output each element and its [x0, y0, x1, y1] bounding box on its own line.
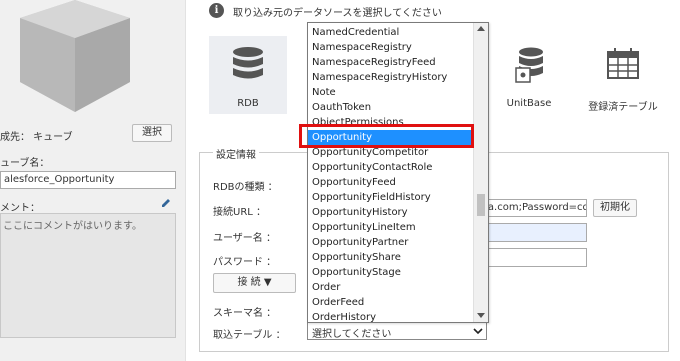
password-label: パスワード ：	[213, 257, 277, 268]
list-item[interactable]: Order	[308, 280, 473, 295]
list-item[interactable]: OpportunityPartner	[308, 235, 473, 250]
database-icon	[233, 47, 263, 79]
comment-label: メント：	[0, 203, 40, 214]
source-label: UnitBase	[506, 98, 552, 109]
schema-label: スキーマ名 ：	[213, 308, 277, 319]
url-label: 接続URL ：	[213, 207, 267, 218]
user-label: ユーザー名 ：	[213, 233, 276, 244]
list-item[interactable]: OpportunityContactRole	[308, 160, 473, 175]
scroll-up-icon[interactable]	[477, 26, 485, 31]
source-label: RDB	[237, 98, 259, 109]
import-table-select[interactable]: 選択してください	[307, 322, 487, 340]
pencil-icon[interactable]	[160, 197, 172, 209]
destination-label: 成先： キューブ	[0, 132, 73, 143]
list-item[interactable]: OrderHistory	[308, 310, 473, 322]
password-input[interactable]	[480, 248, 587, 267]
source-tile-rdb[interactable]: RDB	[209, 36, 287, 114]
comment-textarea[interactable]: ここにコメントがはいります。	[0, 213, 176, 338]
select-button[interactable]: 選択	[132, 124, 172, 142]
scroll-down-icon[interactable]	[477, 313, 485, 318]
import-table-value: 選択してください	[312, 329, 392, 340]
list-item[interactable]: OpportunityShare	[308, 250, 473, 265]
import-table-label: 取込テーブル ：	[213, 330, 286, 341]
list-item[interactable]: NamespaceRegistry	[308, 40, 473, 55]
hint-text: 取り込み元のデータソースを選択してください	[233, 8, 442, 19]
list-item[interactable]: OpportunityStage	[308, 265, 473, 280]
scrollbar-thumb[interactable]	[477, 194, 485, 216]
info-icon: i	[209, 3, 224, 18]
url-input[interactable]: ta.com;Password=cd	[480, 199, 587, 217]
user-input[interactable]	[480, 223, 587, 242]
table-dropdown-list[interactable]: NamedCredential NamespaceRegistry Namesp…	[307, 22, 489, 323]
list-item[interactable]: OpportunityFeed	[308, 175, 473, 190]
list-item[interactable]: OpportunityLineItem	[308, 220, 473, 235]
rdb-type-label: RDBの種類 ：	[213, 182, 278, 193]
chevron-down-icon	[473, 328, 483, 335]
unitbase-icon	[515, 47, 543, 83]
source-tile-registered-table[interactable]: 登録済テーブル	[584, 36, 662, 114]
cube-icon	[20, 0, 130, 112]
list-item[interactable]: OpportunityHistory	[308, 205, 473, 220]
list-item[interactable]: NamedCredential	[308, 25, 473, 40]
list-item[interactable]: NamespaceRegistryFeed	[308, 55, 473, 70]
list-item[interactable]: OrderFeed	[308, 295, 473, 310]
init-button[interactable]: 初期化	[593, 199, 637, 217]
source-tile-unitbase[interactable]: UnitBase	[490, 36, 568, 114]
list-item[interactable]: Note	[308, 85, 473, 100]
source-label: 登録済テーブル	[588, 102, 658, 113]
cube-name-input[interactable]: alesforce_Opportunity	[0, 171, 176, 189]
dropdown-scrollbar[interactable]	[473, 23, 488, 322]
settings-legend: 設定情報	[213, 146, 259, 161]
cube-name-label: ューブ名：	[0, 158, 50, 169]
list-item[interactable]: OpportunityFieldHistory	[308, 190, 473, 205]
left-panel: 成先： キューブ 選択 ューブ名： alesforce_Opportunity …	[0, 0, 186, 361]
list-item[interactable]: NamespaceRegistryHistory	[308, 70, 473, 85]
calendar-table-icon	[607, 48, 639, 79]
connect-button[interactable]: 接 続 ▼	[213, 273, 296, 293]
list-item[interactable]: OauthToken	[308, 100, 473, 115]
annotation-highlight-box	[299, 124, 474, 148]
